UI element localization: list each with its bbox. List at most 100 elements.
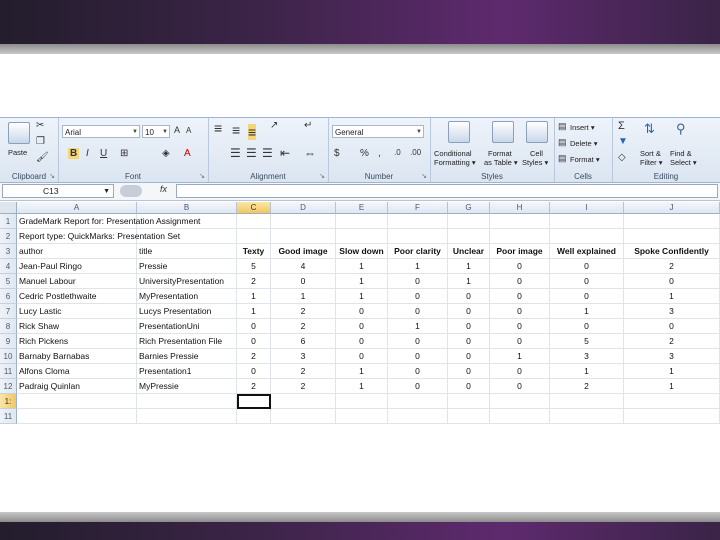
cell-g-13[interactable] (448, 394, 490, 409)
find-select-label-1[interactable]: Find & (670, 149, 692, 158)
cell-d-2[interactable] (271, 229, 336, 244)
cell-d-7[interactable]: 2 (271, 304, 336, 319)
cell-g-1[interactable] (448, 214, 490, 229)
cell-c-5[interactable]: 2 (237, 274, 271, 289)
cell-f-9[interactable]: 0 (388, 334, 448, 349)
cell-j-9[interactable]: 2 (624, 334, 720, 349)
cell-d-3[interactable]: Good image (271, 244, 336, 259)
row-header[interactable]: 6 (0, 289, 17, 304)
cell-i-8[interactable]: 0 (550, 319, 624, 334)
paste-icon[interactable] (8, 122, 30, 144)
column-header-b[interactable]: B (137, 202, 237, 214)
row-header[interactable]: 5 (0, 274, 17, 289)
cell-d-5[interactable]: 0 (271, 274, 336, 289)
cell-a-12[interactable]: Padraig Quinlan (17, 379, 137, 394)
cell-e-7[interactable]: 0 (336, 304, 388, 319)
cell-j-10[interactable]: 3 (624, 349, 720, 364)
cell-b-3[interactable]: title (137, 244, 237, 259)
row-header[interactable]: 4 (0, 259, 17, 274)
column-header-d[interactable]: D (271, 202, 336, 214)
sort-filter-icon[interactable]: ⇅ (644, 121, 655, 137)
format-label[interactable]: Format ▾ (570, 155, 600, 164)
insert-label[interactable]: Insert ▾ (570, 123, 595, 132)
cell-h-13[interactable] (490, 394, 550, 409)
cell-c-11[interactable]: 0 (237, 364, 271, 379)
cell-b-9[interactable]: Rich Presentation File (137, 334, 237, 349)
cell-b-8[interactable]: PresentationUni (137, 319, 237, 334)
cell-g-4[interactable]: 1 (448, 259, 490, 274)
row-header[interactable]: 9 (0, 334, 17, 349)
cell-i-1[interactable] (550, 214, 624, 229)
cell-h-12[interactable]: 0 (490, 379, 550, 394)
cell-e-3[interactable]: Slow down (336, 244, 388, 259)
shrink-font-icon[interactable]: A (186, 126, 191, 135)
italic-icon[interactable]: I (86, 148, 89, 159)
bold-icon[interactable]: B (68, 148, 80, 159)
cell-e-11[interactable]: 1 (336, 364, 388, 379)
row-header[interactable]: 10 (0, 349, 17, 364)
cell-g-2[interactable] (448, 229, 490, 244)
cell-j-12[interactable]: 1 (624, 379, 720, 394)
row-header[interactable]: 1: (0, 394, 17, 409)
binoculars-icon[interactable]: ⚲ (676, 121, 686, 137)
delete-label[interactable]: Delete ▾ (570, 139, 598, 148)
cell-i-11[interactable]: 1 (550, 364, 624, 379)
cell-h-6[interactable]: 0 (490, 289, 550, 304)
cell-e-6[interactable]: 1 (336, 289, 388, 304)
cell-g-3[interactable]: Unclear (448, 244, 490, 259)
cell-j-5[interactable]: 0 (624, 274, 720, 289)
cell-d-9[interactable]: 6 (271, 334, 336, 349)
cell-g-8[interactable]: 0 (448, 319, 490, 334)
cell-g-12[interactable]: 0 (448, 379, 490, 394)
conditional-formatting-label-2[interactable]: Formatting ▾ (434, 158, 476, 167)
cell-h-11[interactable]: 0 (490, 364, 550, 379)
cell-g-14[interactable] (448, 409, 490, 424)
cell-c-2[interactable] (237, 229, 271, 244)
clipboard-launcher-icon[interactable]: ↘ (49, 172, 55, 180)
align-middle-icon[interactable]: ≡ (232, 122, 240, 138)
format-as-table-icon[interactable] (492, 121, 514, 143)
cell-e-8[interactable]: 0 (336, 319, 388, 334)
cell-styles-icon[interactable] (526, 121, 548, 143)
cell-i-5[interactable]: 0 (550, 274, 624, 289)
row-header[interactable]: 3 (0, 244, 17, 259)
cell-e-13[interactable] (336, 394, 388, 409)
increase-decimal-icon[interactable]: .0 (394, 148, 401, 157)
cell-g-6[interactable]: 0 (448, 289, 490, 304)
format-cells-icon[interactable]: ▤ (558, 153, 567, 164)
cell-h-8[interactable]: 0 (490, 319, 550, 334)
cell-j-2[interactable] (624, 229, 720, 244)
number-format-combo[interactable]: General ▼ (332, 125, 424, 138)
cell-styles-label-1[interactable]: Cell (530, 149, 543, 158)
cell-e-4[interactable]: 1 (336, 259, 388, 274)
cell-i-2[interactable] (550, 229, 624, 244)
select-all-corner[interactable] (0, 202, 17, 214)
fill-icon[interactable]: ▼ (618, 136, 628, 147)
cell-i-3[interactable]: Well explained (550, 244, 624, 259)
cell-j-1[interactable] (624, 214, 720, 229)
paste-label[interactable]: Paste (8, 148, 27, 157)
insert-icon[interactable]: ▤ (558, 121, 567, 132)
cell-f-6[interactable]: 0 (388, 289, 448, 304)
cell-b-4[interactable]: Pressie (137, 259, 237, 274)
cell-f-13[interactable] (388, 394, 448, 409)
insert-function-icon[interactable]: fx (160, 184, 167, 194)
row-header[interactable]: 2 (0, 229, 17, 244)
align-top-icon[interactable]: ≡ (214, 120, 222, 136)
cell-d-10[interactable]: 3 (271, 349, 336, 364)
cell-j-13[interactable] (624, 394, 720, 409)
cell-f-11[interactable]: 0 (388, 364, 448, 379)
comma-icon[interactable]: , (378, 148, 381, 159)
font-name-combo[interactable]: Arial ▼ (62, 125, 140, 138)
cell-f-14[interactable] (388, 409, 448, 424)
cell-f-4[interactable]: 1 (388, 259, 448, 274)
column-header-g[interactable]: G (448, 202, 490, 214)
formula-bar-buttons[interactable] (120, 185, 142, 197)
conditional-formatting-icon[interactable] (448, 121, 470, 143)
align-bottom-icon[interactable]: ≡ (248, 124, 257, 140)
font-size-combo[interactable]: 10 ▼ (142, 125, 170, 138)
cell-d-4[interactable]: 4 (271, 259, 336, 274)
cell-styles-label-2[interactable]: Styles ▾ (522, 158, 548, 167)
sort-filter-label-1[interactable]: Sort & (640, 149, 661, 158)
cell-c-3[interactable]: Texty (237, 244, 271, 259)
